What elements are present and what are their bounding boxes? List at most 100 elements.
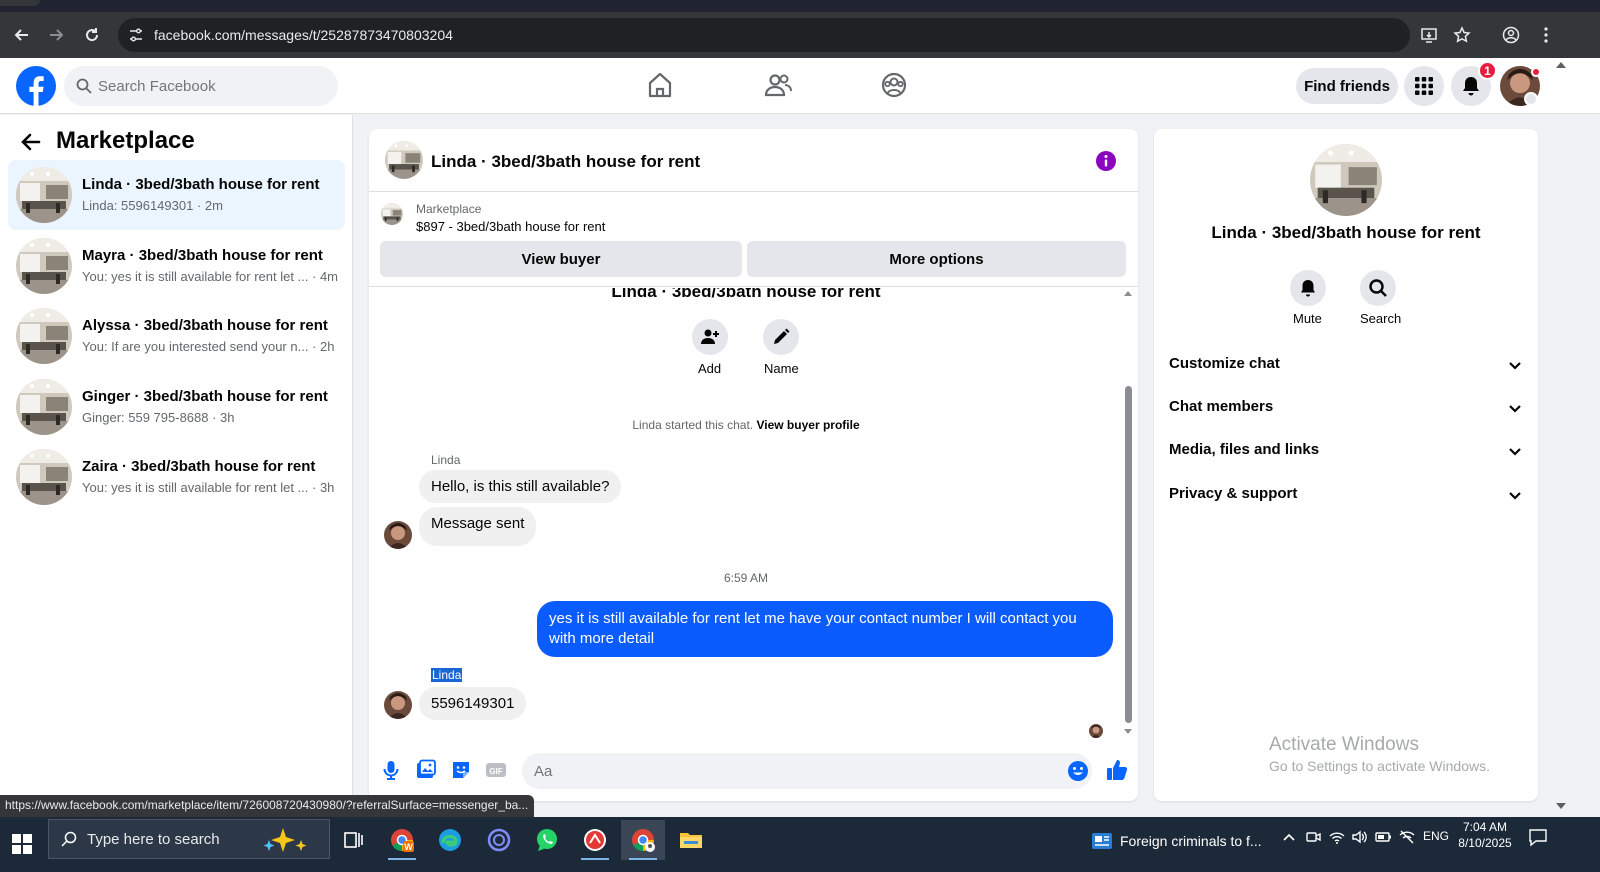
emoji-icon[interactable] xyxy=(1067,760,1089,782)
message-input-field[interactable] xyxy=(522,753,1092,789)
reload-button[interactable] xyxy=(78,21,106,49)
more-options-button[interactable]: More options xyxy=(747,241,1126,277)
listing-price-title[interactable]: $897 - 3bed/3bath house for rent xyxy=(416,219,605,234)
install-app-icon[interactable] xyxy=(1420,26,1438,44)
url-text[interactable]: facebook.com/messages/t/2528787347080320… xyxy=(154,27,453,43)
add-people-button[interactable] xyxy=(692,319,728,355)
cortana-app[interactable] xyxy=(477,820,521,860)
media-files-links-row[interactable]: Media, files and links xyxy=(1169,431,1523,471)
activate-windows-title: Activate Windows xyxy=(1269,734,1419,755)
listing-thumbnail xyxy=(16,238,72,294)
search-in-chat-button[interactable] xyxy=(1360,270,1396,306)
news-widget[interactable]: Foreign criminals to f... xyxy=(1090,823,1270,859)
windows-taskbar: Type here to search W Foreign criminals … xyxy=(0,817,1600,872)
volume-icon[interactable] xyxy=(1350,828,1368,846)
find-friends-button[interactable]: Find friends xyxy=(1296,68,1398,104)
svg-text:GIF: GIF xyxy=(489,767,502,776)
sticker-icon[interactable] xyxy=(450,759,472,781)
sender-avatar[interactable] xyxy=(384,521,412,549)
svg-text:W: W xyxy=(404,842,413,852)
windows-start-icon[interactable] xyxy=(12,834,32,854)
info-icon[interactable] xyxy=(1096,151,1116,171)
sender-avatar[interactable] xyxy=(384,691,412,719)
chat-list-item[interactable]: Alyssa · 3bed/3bath house for rent You: … xyxy=(8,301,345,371)
message-input[interactable] xyxy=(534,753,1054,789)
arrow-right-icon xyxy=(50,29,64,41)
mute-button[interactable] xyxy=(1290,270,1326,306)
view-buyer-button[interactable]: View buyer xyxy=(380,241,742,277)
status-bar-link: https://www.facebook.com/marketplace/ite… xyxy=(0,795,535,817)
taskbar-clock[interactable]: 7:04 AM 8/10/2025 xyxy=(1455,819,1515,851)
chat-info-avatar[interactable] xyxy=(1310,144,1382,216)
chat-name: Mayra · 3bed/3bath house for rent xyxy=(82,247,323,264)
chat-name: Ginger · 3bed/3bath house for rent xyxy=(82,388,328,405)
listing-thumbnail xyxy=(16,379,72,435)
browser-menu-button[interactable] xyxy=(1532,21,1560,49)
back-button[interactable] xyxy=(8,21,36,49)
facebook-search[interactable] xyxy=(64,66,338,106)
chevron-down-icon[interactable] xyxy=(1524,92,1538,106)
page-scroll-up-arrow[interactable] xyxy=(1556,62,1566,68)
view-buyer-profile-link[interactable]: View buyer profile xyxy=(756,418,859,432)
conversation-avatar[interactable] xyxy=(385,141,423,179)
forward-button[interactable] xyxy=(42,21,70,49)
customize-chat-row[interactable]: Customize chat xyxy=(1169,345,1523,385)
edge-app[interactable] xyxy=(428,820,472,860)
browser-tabstrip xyxy=(0,0,1600,12)
page-scroll-down-arrow[interactable] xyxy=(1556,803,1566,809)
sender-name-selected: Linda xyxy=(431,668,463,682)
task-view-button[interactable] xyxy=(331,820,375,860)
file-explorer-app[interactable] xyxy=(669,820,713,860)
photo-icon[interactable] xyxy=(415,759,437,781)
bookmark-button[interactable] xyxy=(1448,21,1476,49)
seen-indicator-avatar xyxy=(1089,724,1103,738)
outgoing-message[interactable]: yes it is still available for rent let m… xyxy=(537,601,1113,657)
chat-name: Linda · 3bed/3bath house for rent xyxy=(82,176,320,193)
privacy-support-row[interactable]: Privacy & support xyxy=(1169,475,1523,515)
incoming-message[interactable]: Message sent xyxy=(419,507,537,546)
incoming-message[interactable]: Hello, is this still available? xyxy=(419,470,622,503)
chat-list-item[interactable]: Linda · 3bed/3bath house for rent Linda:… xyxy=(8,160,345,230)
network-off-icon[interactable] xyxy=(1398,828,1416,846)
chat-members-row[interactable]: Chat members xyxy=(1169,388,1523,428)
meet-now-icon[interactable] xyxy=(1304,828,1322,846)
microphone-icon[interactable] xyxy=(380,759,402,781)
scrollbar-thumb[interactable] xyxy=(1125,386,1132,723)
friends-icon[interactable] xyxy=(763,70,793,100)
chat-list-item[interactable]: Ginger · 3bed/3bath house for rent Ginge… xyxy=(8,372,345,442)
chat-list-item[interactable]: Mayra · 3bed/3bath house for rent You: y… xyxy=(8,231,345,301)
sidebar-title: Marketplace xyxy=(56,127,195,154)
input-language[interactable]: ENG xyxy=(1423,829,1449,843)
browser-profile-button[interactable] xyxy=(1497,21,1525,49)
whatsapp-app[interactable] xyxy=(525,820,569,860)
incoming-message[interactable]: 5596149301 xyxy=(419,687,527,720)
edit-name-button[interactable] xyxy=(763,319,799,355)
address-bar[interactable]: facebook.com/messages/t/2528787347080320… xyxy=(118,18,1437,52)
action-center-icon[interactable] xyxy=(1528,827,1548,847)
thumbs-up-icon[interactable] xyxy=(1105,758,1129,782)
wpn-app[interactable] xyxy=(573,820,617,860)
battery-icon[interactable] xyxy=(1374,828,1392,846)
chat-preview: You: yes it is still available for rent … xyxy=(82,480,335,495)
chat-list-item[interactable]: Zaira · 3bed/3bath house for rent You: y… xyxy=(8,442,345,512)
browser-tab[interactable] xyxy=(0,0,40,6)
chrome-profile-w-app[interactable]: W xyxy=(380,820,424,860)
chrome-app[interactable] xyxy=(621,820,665,860)
edge-icon xyxy=(439,829,461,851)
chevron-up-icon[interactable] xyxy=(1280,828,1298,846)
menu-button[interactable] xyxy=(1404,66,1444,106)
scroll-down-arrow[interactable] xyxy=(1124,729,1132,734)
wifi-icon[interactable] xyxy=(1328,828,1346,846)
facebook-logo-icon[interactable] xyxy=(16,66,56,106)
back-arrow-icon[interactable] xyxy=(20,131,42,153)
account-circle-icon xyxy=(1502,26,1520,44)
scroll-up-arrow[interactable] xyxy=(1124,291,1132,296)
groups-icon[interactable] xyxy=(879,70,909,100)
section-label: Customize chat xyxy=(1169,355,1280,372)
home-icon[interactable] xyxy=(645,70,675,100)
taskbar-search[interactable]: Type here to search xyxy=(48,819,330,859)
site-settings-icon[interactable] xyxy=(128,27,144,43)
gif-icon[interactable]: GIF xyxy=(485,759,507,781)
conversation-title[interactable]: Linda · 3bed/3bath house for rent xyxy=(431,152,700,172)
facebook-search-input[interactable] xyxy=(98,66,328,106)
